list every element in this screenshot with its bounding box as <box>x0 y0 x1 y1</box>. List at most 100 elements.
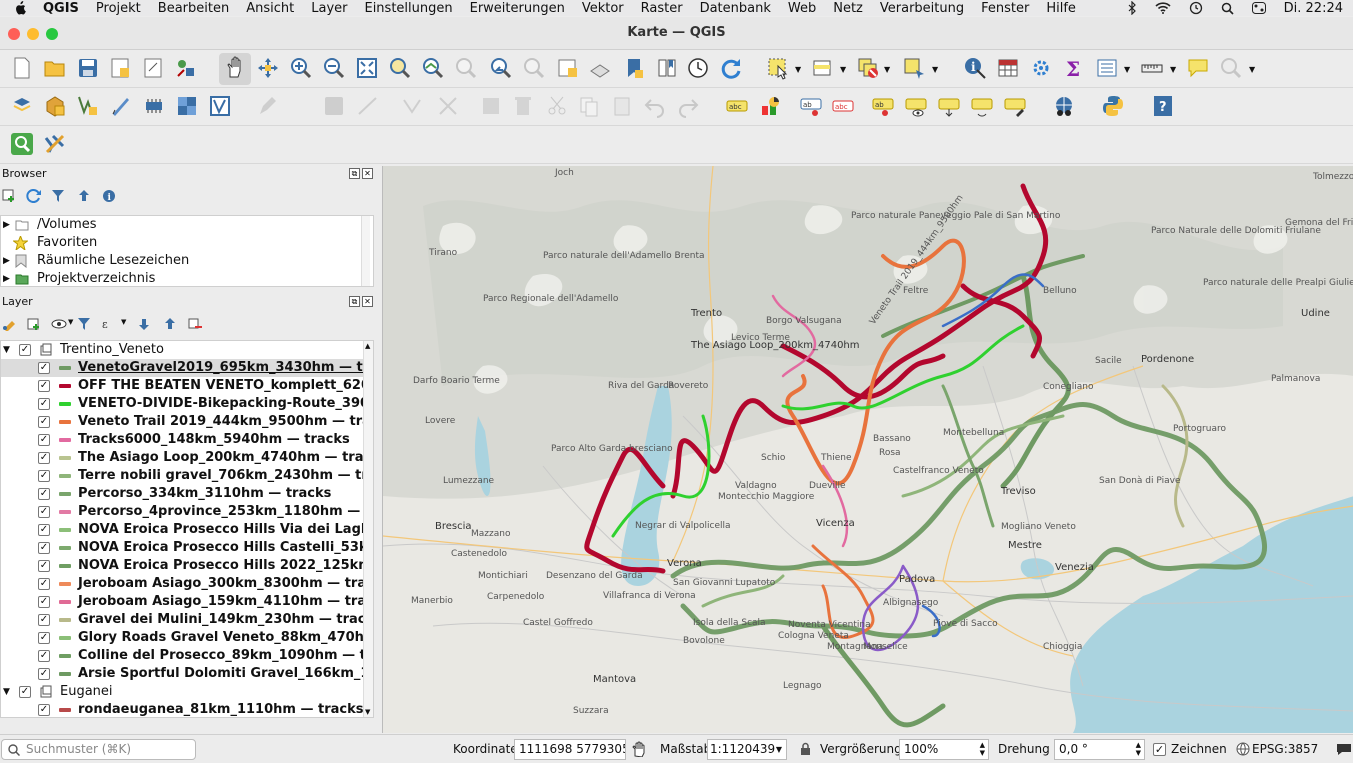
layer-row[interactable]: ✓ OFF THE BEATEN VENETO_komplett_620km <box>1 377 373 395</box>
menu-fenster[interactable]: Fenster <box>981 1 1029 16</box>
deselect-all-icon[interactable] <box>856 56 880 80</box>
zoom-full-icon[interactable] <box>355 56 379 80</box>
cut-icon[interactable] <box>545 94 569 118</box>
menu-einstellungen[interactable]: Einstellungen <box>364 1 452 16</box>
save-edits-icon[interactable] <box>322 94 346 118</box>
processing-toolbox-icon[interactable] <box>1029 56 1053 80</box>
chevron-down-icon[interactable]: ▼ <box>1124 65 1130 74</box>
chevron-down-icon[interactable]: ▼ <box>795 65 801 74</box>
layer-symbol-swatch[interactable] <box>59 510 71 514</box>
layer-row[interactable]: ✓ NOVA Eroica Prosecco Hills 2022_125km_2… <box>1 557 373 575</box>
menu-hilfe[interactable]: Hilfe <box>1046 1 1076 16</box>
locator-icon[interactable] <box>1219 56 1243 80</box>
layer-row[interactable]: ✓ The Asiago Loop_200km_4740hm — tracks <box>1 449 373 467</box>
layer-visibility-checkbox[interactable]: ✓ <box>19 344 31 356</box>
crs-label[interactable]: EPSG:3857 <box>1252 742 1318 756</box>
menu-web[interactable]: Web <box>788 1 816 16</box>
refresh-icon[interactable] <box>719 56 743 80</box>
select-location-icon[interactable] <box>902 56 926 80</box>
float-panel-button[interactable]: ⧉ <box>349 296 360 307</box>
collapse-all-icon[interactable] <box>77 189 91 203</box>
layer-visibility-checkbox[interactable]: ✓ <box>38 380 50 392</box>
browser-item-bookmarks[interactable]: ▶ Räumliche Lesezeichen <box>1 252 373 270</box>
apple-icon[interactable] <box>13 1 27 15</box>
statistical-summary-icon[interactable]: Σ <box>1062 56 1086 80</box>
filter-legend-icon[interactable] <box>77 317 91 331</box>
time-machine-icon[interactable] <box>1189 1 1203 15</box>
zoom-native-icon[interactable] <box>454 56 478 80</box>
chevron-down-icon[interactable]: ▼ <box>121 318 126 326</box>
crs-globe-icon[interactable] <box>1236 742 1250 756</box>
redo-icon[interactable] <box>676 94 700 118</box>
layer-row[interactable]: ✓ VenetoGravel2019_695km_3430hm — tracks <box>1 359 373 377</box>
zoom-last-icon[interactable] <box>489 56 513 80</box>
close-panel-button[interactable]: ✕ <box>362 168 373 179</box>
layer-visibility-checkbox[interactable]: ✓ <box>38 524 50 536</box>
layer-row[interactable]: ✓ Colline del Prosecco_89km_1090hm — trac… <box>1 647 373 665</box>
chevron-down-icon[interactable]: ▼ <box>1249 65 1255 74</box>
metasearch-icon[interactable] <box>1052 94 1076 118</box>
layer-row[interactable]: ✓ Veneto Trail 2019_444km_9500hm — tracks <box>1 413 373 431</box>
layer-visibility-checkbox[interactable]: ✓ <box>38 632 50 644</box>
add-vector-layer-icon[interactable] <box>208 94 232 118</box>
paste-icon[interactable] <box>610 94 634 118</box>
new-print-layout-icon[interactable] <box>108 56 132 80</box>
layer-visibility-checkbox[interactable]: ✓ <box>38 542 50 554</box>
add-selected-layers-icon[interactable] <box>2 189 16 203</box>
layer-symbol-swatch[interactable] <box>59 708 71 712</box>
layer-symbol-swatch[interactable] <box>59 456 71 460</box>
layer-visibility-checkbox[interactable]: ✓ <box>19 686 31 698</box>
filter-icon[interactable] <box>51 189 65 203</box>
layer-row[interactable]: ✓ NOVA Eroica Prosecco Hills Via dei Lagh… <box>1 521 373 539</box>
browser-item-favoriten[interactable]: Favoriten <box>1 234 373 252</box>
layer-visibility-checkbox[interactable]: ✓ <box>38 614 50 626</box>
style-manager-icon[interactable] <box>174 56 198 80</box>
expand-arrow-icon[interactable]: ▼ <box>3 683 10 701</box>
copy-icon[interactable] <box>577 94 601 118</box>
abc-highlight-icon[interactable]: abc <box>831 94 855 118</box>
show-bookmarks-icon[interactable] <box>655 56 679 80</box>
chevron-down-icon[interactable]: ▼ <box>932 65 938 74</box>
menu-ansicht[interactable]: Ansicht <box>246 1 294 16</box>
show-hide-labels-icon[interactable] <box>904 94 928 118</box>
chevron-down-icon[interactable]: ▼ <box>840 65 846 74</box>
layer-row[interactable]: ✓ Percorso_334km_3110hm — tracks <box>1 485 373 503</box>
messages-icon[interactable] <box>1336 742 1352 756</box>
quickmapservices-search-icon[interactable] <box>10 132 34 156</box>
rotate-label-icon[interactable] <box>970 94 994 118</box>
pan-to-selection-icon[interactable] <box>256 56 280 80</box>
toggle-extents-icon[interactable] <box>631 741 647 757</box>
layer-row[interactable]: ✓ Percorso_4province_253km_1180hm — track… <box>1 503 373 521</box>
temporal-controller-icon[interactable] <box>686 56 710 80</box>
layer-symbol-swatch[interactable] <box>59 546 71 550</box>
layer-row[interactable]: ✓ Terre nobili gravel_706km_2430hm — trac… <box>1 467 373 485</box>
float-panel-button[interactable]: ⧉ <box>349 168 360 179</box>
menu-raster[interactable]: Raster <box>641 1 683 16</box>
add-raster-layer-icon[interactable] <box>175 94 199 118</box>
layer-symbol-swatch[interactable] <box>59 564 71 568</box>
new-shapefile-icon[interactable] <box>76 94 100 118</box>
save-project-icon[interactable] <box>76 56 100 80</box>
filter-expression-icon[interactable]: ε <box>101 317 119 331</box>
layer-symbol-swatch[interactable] <box>59 402 71 406</box>
scroll-down-icon[interactable]: ▼ <box>365 708 370 716</box>
python-console-icon[interactable] <box>1101 94 1125 118</box>
data-source-manager-icon[interactable] <box>10 94 34 118</box>
menu-erweiterungen[interactable]: Erweiterungen <box>470 1 565 16</box>
layer-labeling-icon[interactable]: ab <box>799 94 823 118</box>
layer-row[interactable]: ✓ Arsie Sportful Dolomiti Gravel_166km_18… <box>1 665 373 683</box>
layer-visibility-checkbox[interactable]: ✓ <box>38 470 50 482</box>
menu-netz[interactable]: Netz <box>833 1 863 16</box>
coordinate-field[interactable]: 1111698 5779305 <box>514 739 626 760</box>
layer-visibility-checkbox[interactable]: ✓ <box>38 434 50 446</box>
layer-visibility-checkbox[interactable]: ✓ <box>38 596 50 608</box>
layer-symbol-swatch[interactable] <box>59 492 71 496</box>
new-temporary-layer-icon[interactable] <box>109 94 133 118</box>
layer-group-row[interactable]: ▼ ✓ Trentino_Veneto <box>1 341 373 359</box>
scale-combo[interactable]: 1:1120439 ▼ <box>707 739 787 760</box>
new-spatial-bookmark-icon[interactable] <box>622 56 646 80</box>
menu-datenbank[interactable]: Datenbank <box>700 1 771 16</box>
move-label-icon[interactable] <box>937 94 961 118</box>
chevron-down-icon[interactable]: ▼ <box>884 65 890 74</box>
delete-selected-icon[interactable] <box>479 94 503 118</box>
